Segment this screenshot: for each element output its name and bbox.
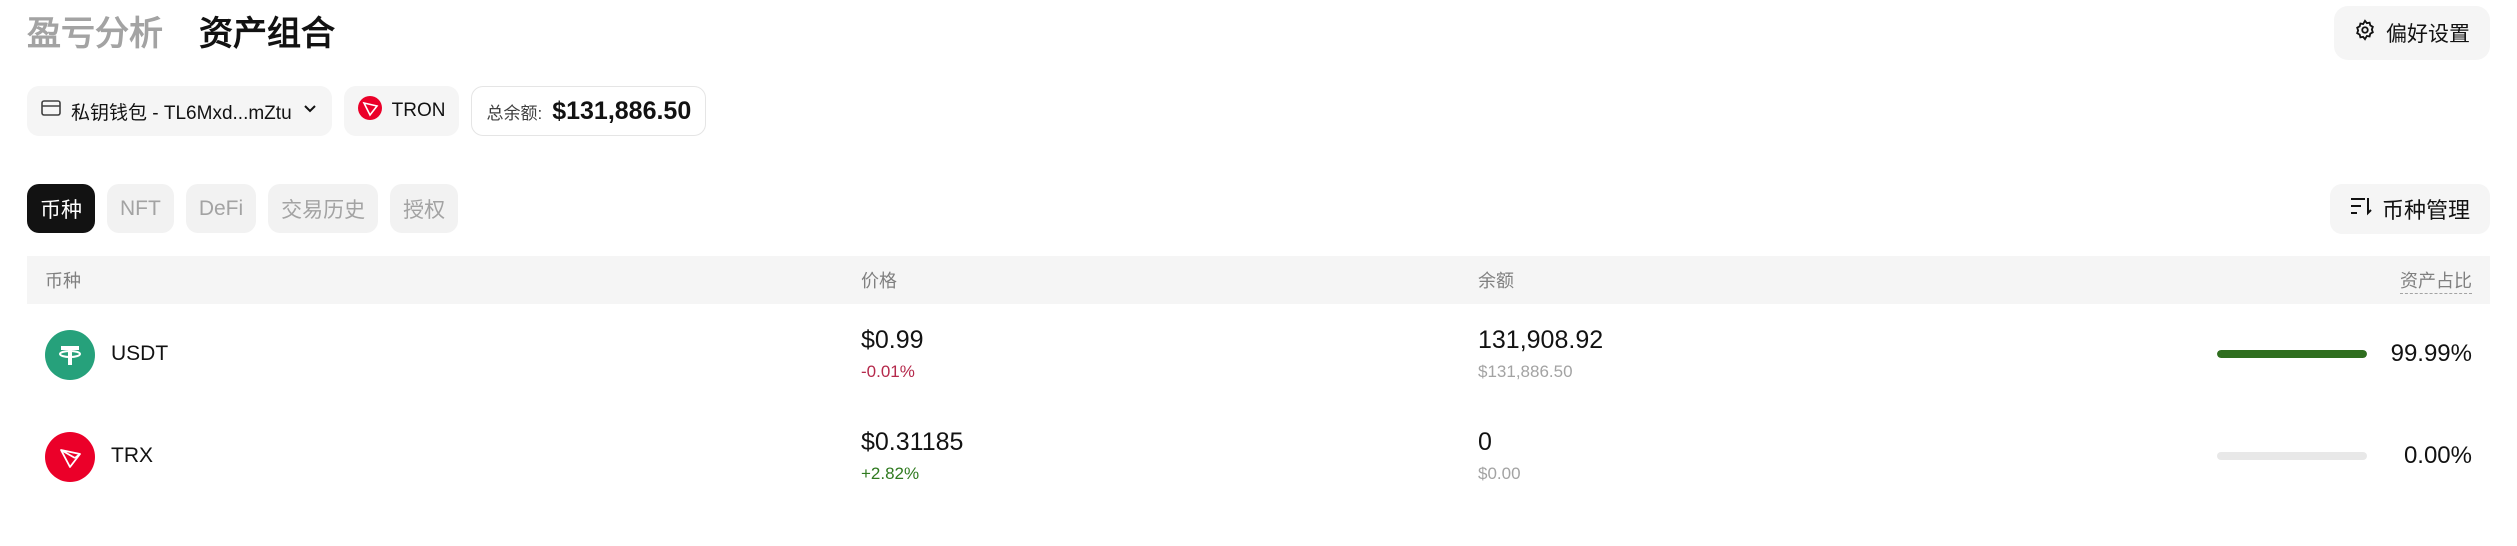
- asset-tabs: 币种 NFT DeFi 交易历史 授权 币种管理: [27, 184, 2490, 234]
- header-balance[interactable]: 余额: [1478, 267, 1514, 293]
- coin-balance-usd: $0.00: [1478, 464, 1521, 483]
- coin-balance: 131,908.92: [1478, 326, 1604, 354]
- token-manage-button[interactable]: 币种管理: [2329, 184, 2490, 234]
- chevron-down-icon: [302, 100, 318, 122]
- tab-nft[interactable]: NFT: [107, 184, 174, 233]
- coin-symbol: USDT: [111, 342, 169, 365]
- chain-badge[interactable]: TRON: [343, 86, 460, 136]
- preferences-label: 偏好设置: [2386, 23, 2470, 46]
- ratio-percent: 0.00%: [2403, 442, 2472, 469]
- ratio-bar-fill: [2217, 350, 2367, 358]
- wallet-selector-label: 私钥钱包 - TL6Mxd...mZtu: [71, 102, 292, 124]
- tron-icon: [45, 432, 95, 482]
- portfolio-page: 盈亏分析 资产组合 偏好设置 私钥钱包 - TL6Mxd...mZtu TRON…: [0, 0, 2517, 546]
- page-header: 盈亏分析 资产组合 偏好设置: [27, 0, 2490, 60]
- header-ratio[interactable]: 资产占比: [2400, 267, 2472, 294]
- price-change: -0.01%: [861, 362, 915, 381]
- coin-symbol: TRX: [111, 444, 153, 467]
- coin-price: $0.99: [861, 326, 924, 354]
- header-asset: 币种: [45, 271, 81, 291]
- table-row[interactable]: TRX $0.31185 +2.82% 0 $0.00 0.00%: [27, 406, 2490, 508]
- total-balance: 总余额: $131,886.50: [471, 86, 707, 136]
- preferences-button[interactable]: 偏好设置: [2334, 6, 2490, 60]
- tab-tokens[interactable]: 币种: [27, 184, 95, 233]
- ratio-percent: 99.99%: [2390, 340, 2472, 367]
- coin-balance-usd: $131,886.50: [1478, 362, 1573, 381]
- total-balance-value: $131,886.50: [552, 96, 692, 125]
- tab-portfolio[interactable]: 资产组合: [199, 6, 335, 55]
- ratio-bar: [2217, 452, 2367, 460]
- gear-icon: [2354, 19, 2376, 47]
- tether-icon: [45, 330, 95, 380]
- coin-balance: 0: [1478, 428, 1492, 456]
- header-price[interactable]: 价格: [861, 267, 897, 293]
- ratio-bar: [2217, 350, 2367, 358]
- total-balance-label: 总余额:: [486, 103, 543, 123]
- token-manage-label: 币种管理: [2381, 198, 2470, 223]
- tron-icon: [357, 96, 382, 126]
- wallet-icon: [41, 99, 61, 123]
- coin-price: $0.31185: [861, 428, 964, 456]
- tab-pnl-analysis[interactable]: 盈亏分析: [27, 6, 163, 55]
- sort-list-icon: [2350, 196, 2372, 222]
- tab-approvals[interactable]: 授权: [390, 184, 459, 233]
- wallet-row: 私钥钱包 - TL6Mxd...mZtu TRON 总余额: $131,886.…: [27, 86, 707, 136]
- tab-history[interactable]: 交易历史: [268, 184, 379, 233]
- chain-label: TRON: [391, 100, 446, 121]
- price-change: +2.82%: [861, 464, 920, 483]
- table-header: 币种 价格 余额 资产占比: [27, 256, 2490, 304]
- tab-defi[interactable]: DeFi: [185, 184, 257, 233]
- wallet-selector[interactable]: 私钥钱包 - TL6Mxd...mZtu: [27, 86, 332, 136]
- table-row[interactable]: USDT $0.99 -0.01% 131,908.92 $131,886.50…: [27, 304, 2490, 406]
